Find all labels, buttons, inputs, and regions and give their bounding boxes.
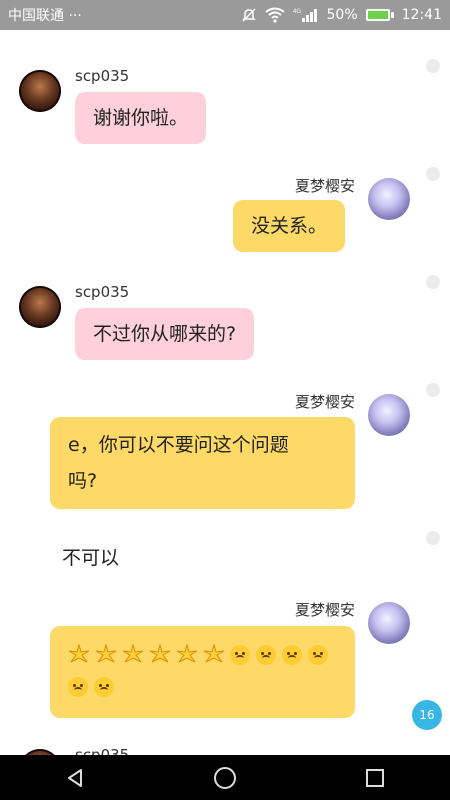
navigation-bar: [0, 755, 450, 800]
back-button[interactable]: [45, 755, 105, 800]
sender-name: scp035: [75, 746, 130, 755]
message-bubble[interactable]: 不过你从哪来的?: [75, 308, 255, 360]
sender-name: scp035: [75, 283, 130, 301]
wifi-icon: [264, 7, 285, 23]
sparkle-icon: [122, 643, 144, 662]
sender-name: 夏梦樱安: [294, 393, 355, 411]
emoji-message-bubble[interactable]: [50, 626, 355, 718]
message-index-rail: [420, 30, 440, 755]
unread-count-badge[interactable]: 16: [412, 700, 442, 730]
emoji-row: [68, 638, 337, 670]
status-icons: 4G 50% 12:41: [241, 7, 442, 23]
recents-button[interactable]: [345, 755, 405, 800]
message-bubble[interactable]: e，你可以不要问这个问题 吗?: [50, 417, 355, 509]
frowning-face-icon: [282, 644, 302, 665]
rail-dot[interactable]: [426, 383, 440, 397]
rail-dot[interactable]: [426, 531, 440, 545]
home-button[interactable]: [195, 755, 255, 800]
chat-area[interactable]: scp035 谢谢你啦。 夏梦樱安 没关系。 scp035 不过你从哪来的? 夏…: [0, 30, 450, 755]
avatar-xiameng[interactable]: [368, 602, 410, 644]
rail-dot[interactable]: [426, 167, 440, 181]
message-bubble[interactable]: 没关系。: [233, 200, 346, 252]
sparkle-icon: [95, 643, 117, 662]
back-triangle-icon: [68, 768, 82, 787]
sparkle-icon: [176, 643, 198, 662]
message-text[interactable]: 不可以: [62, 543, 119, 570]
sparkle-icon: [149, 643, 171, 662]
battery-icon: [365, 9, 394, 21]
frowning-face-icon: [68, 676, 88, 697]
signal-icon: 4G: [293, 7, 319, 23]
message-bubble[interactable]: 谢谢你啦。: [75, 92, 207, 144]
message-line: 吗?: [68, 470, 98, 492]
sparkle-icon: [68, 643, 90, 662]
frowning-face-icon: [256, 644, 276, 665]
frowning-face-icon: [308, 644, 328, 665]
avatar-xiameng[interactable]: [368, 178, 410, 220]
network-type: 4G: [293, 9, 301, 15]
battery-percent: 50%: [326, 7, 358, 23]
rail-dot[interactable]: [426, 59, 440, 73]
sender-name: scp035: [75, 67, 130, 85]
avatar-xiameng[interactable]: [368, 394, 410, 436]
status-bar: 中国联通 ··· 4G 50% 12:41: [0, 0, 450, 30]
emoji-row: [68, 670, 337, 702]
rail-dot[interactable]: [426, 275, 440, 289]
clock: 12:41: [401, 7, 442, 23]
home-circle-icon: [214, 766, 236, 789]
avatar-scp035[interactable]: [19, 70, 61, 112]
sender-name: 夏梦樱安: [294, 601, 355, 619]
frowning-face-icon: [230, 644, 250, 665]
carrier-label: 中国联通 ···: [8, 8, 82, 24]
sender-name: 夏梦樱安: [294, 177, 355, 195]
frowning-face-icon: [94, 676, 114, 697]
sparkle-icon: [203, 643, 225, 662]
mute-icon: [241, 7, 257, 23]
message-line: e，你可以不要问这个问题: [68, 434, 289, 456]
recents-square-icon: [366, 768, 384, 787]
avatar-scp035[interactable]: [19, 286, 61, 328]
